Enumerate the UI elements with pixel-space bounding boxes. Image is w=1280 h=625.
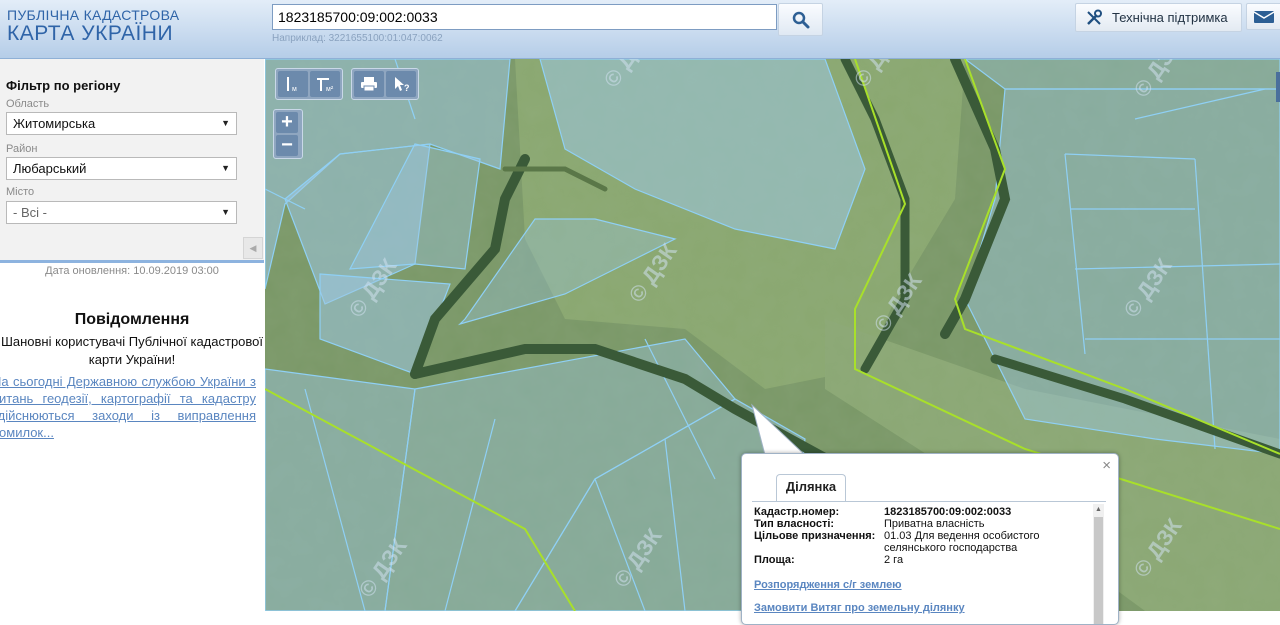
cadastral-label: Кадастр.номер: xyxy=(754,506,840,518)
land-management-link[interactable]: Розпорядження с/г землею xyxy=(754,579,1102,591)
area-measure-button[interactable]: м² xyxy=(310,71,340,97)
close-icon[interactable]: × xyxy=(1102,457,1111,474)
rayon-select[interactable]: Любарський ▼ xyxy=(6,157,237,180)
left-panel: Фільтр по регіону Область Житомирська ▼ … xyxy=(0,59,264,611)
divider xyxy=(0,260,264,263)
filter-title: Фільтр по регіону xyxy=(6,78,121,93)
header: ПУБЛІЧНА КАДАСТРОВА КАРТА УКРАЇНИ Наприк… xyxy=(0,0,1280,59)
oblast-select[interactable]: Житомирська ▼ xyxy=(6,112,237,135)
purpose-value: 01.03 Для ведення особистого селянського… xyxy=(884,530,1040,554)
zoom-in-button[interactable]: + xyxy=(276,112,298,133)
tab-divider xyxy=(752,501,1106,502)
ownership-value: Приватна власність xyxy=(884,518,985,530)
ownership-row: Тип власності: Приватна власність xyxy=(754,518,1102,530)
measure-toolbar: м м² xyxy=(275,68,343,100)
popup-scrollbar[interactable]: ▲ xyxy=(1093,504,1104,624)
update-date: Дата оновлення: 10.09.2019 03:00 xyxy=(45,265,219,277)
city-select[interactable]: - Всі - ▼ xyxy=(6,201,237,224)
area-value: 2 га xyxy=(884,554,904,566)
svg-text:?: ? xyxy=(404,83,410,93)
parcel-popup: × Ділянка Кадастр.номер: 1823185700:09:0… xyxy=(741,453,1119,625)
notice-title: Повідомлення xyxy=(74,311,190,328)
svg-text:м: м xyxy=(292,86,297,93)
zoom-out-button[interactable]: − xyxy=(276,135,298,156)
notice-greeting: Шановні користувачі Публічної кадастрово… xyxy=(0,334,264,367)
svg-text:м²: м² xyxy=(326,86,334,93)
purpose-row: Цільове призначення: 01.03 Для ведення о… xyxy=(754,530,1102,554)
zoom-control: + − xyxy=(273,109,303,159)
ownership-label: Тип власності: xyxy=(754,518,835,530)
search-input[interactable] xyxy=(272,4,777,30)
notice-link[interactable]: На сьогодні Державною службою України з … xyxy=(0,373,256,441)
region-filter: Фільтр по регіону Область Житомирська ▼ … xyxy=(0,59,264,260)
dropdown-arrow-icon: ▼ xyxy=(221,118,230,128)
scroll-up-icon: ▲ xyxy=(1095,506,1102,513)
order-extract-link[interactable]: Замовити Витяг про земельну ділянку xyxy=(754,602,1102,614)
dropdown-arrow-icon: ▼ xyxy=(221,207,230,217)
identify-button[interactable]: ? xyxy=(386,71,416,97)
mail-button[interactable] xyxy=(1246,3,1280,30)
print-icon xyxy=(361,77,377,92)
city-label: Місто xyxy=(6,186,35,198)
city-value: - Всі - xyxy=(13,205,47,220)
ruler-icon: м xyxy=(287,77,297,93)
purpose-label: Цільове призначення: xyxy=(754,530,876,542)
print-button[interactable] xyxy=(354,71,384,97)
search-button[interactable] xyxy=(778,3,823,36)
area-measure-icon: м² xyxy=(317,78,334,93)
cadastral-value: 1823185700:09:002:0033 xyxy=(884,506,1012,518)
oblast-value: Житомирська xyxy=(13,116,96,131)
logo-line-1: ПУБЛІЧНА КАДАСТРОВА xyxy=(7,7,180,23)
chevron-left-icon: ◀ xyxy=(249,242,257,253)
tech-support-label: Технічна підтримка xyxy=(1112,10,1228,25)
dropdown-arrow-icon: ▼ xyxy=(221,163,230,173)
layer-panel-tab[interactable] xyxy=(1276,72,1280,102)
rayon-label: Район xyxy=(6,143,38,155)
scrollbar-thumb[interactable] xyxy=(1094,517,1103,624)
tab-parcel[interactable]: Ділянка xyxy=(776,474,846,501)
tools-icon xyxy=(1085,9,1103,27)
tech-support-button[interactable]: Технічна підтримка xyxy=(1075,3,1242,32)
oblast-label: Область xyxy=(6,98,50,110)
area-row: Площа: 2 га xyxy=(754,554,1102,566)
cadastral-row: Кадастр.номер: 1823185700:09:002:0033 xyxy=(754,506,1102,518)
ruler-button[interactable]: м xyxy=(278,71,308,97)
print-info-toolbar: ? xyxy=(351,68,419,100)
mail-icon xyxy=(1253,10,1275,23)
search-hint: Наприклад: 3221655100:01:047:0062 xyxy=(272,33,443,44)
popup-pointer xyxy=(751,403,805,456)
logo[interactable]: ПУБЛІЧНА КАДАСТРОВА КАРТА УКРАЇНИ xyxy=(7,7,179,46)
area-label: Площа: xyxy=(754,554,795,566)
search-icon xyxy=(792,11,809,28)
info-cursor-icon: ? xyxy=(395,77,410,93)
collapse-panel-button[interactable]: ◀ xyxy=(243,237,263,259)
rayon-value: Любарський xyxy=(13,161,87,176)
parcel-details: Кадастр.номер: 1823185700:09:002:0033 Ти… xyxy=(754,506,1102,614)
logo-line-2: КАРТА УКРАЇНИ xyxy=(7,22,174,45)
